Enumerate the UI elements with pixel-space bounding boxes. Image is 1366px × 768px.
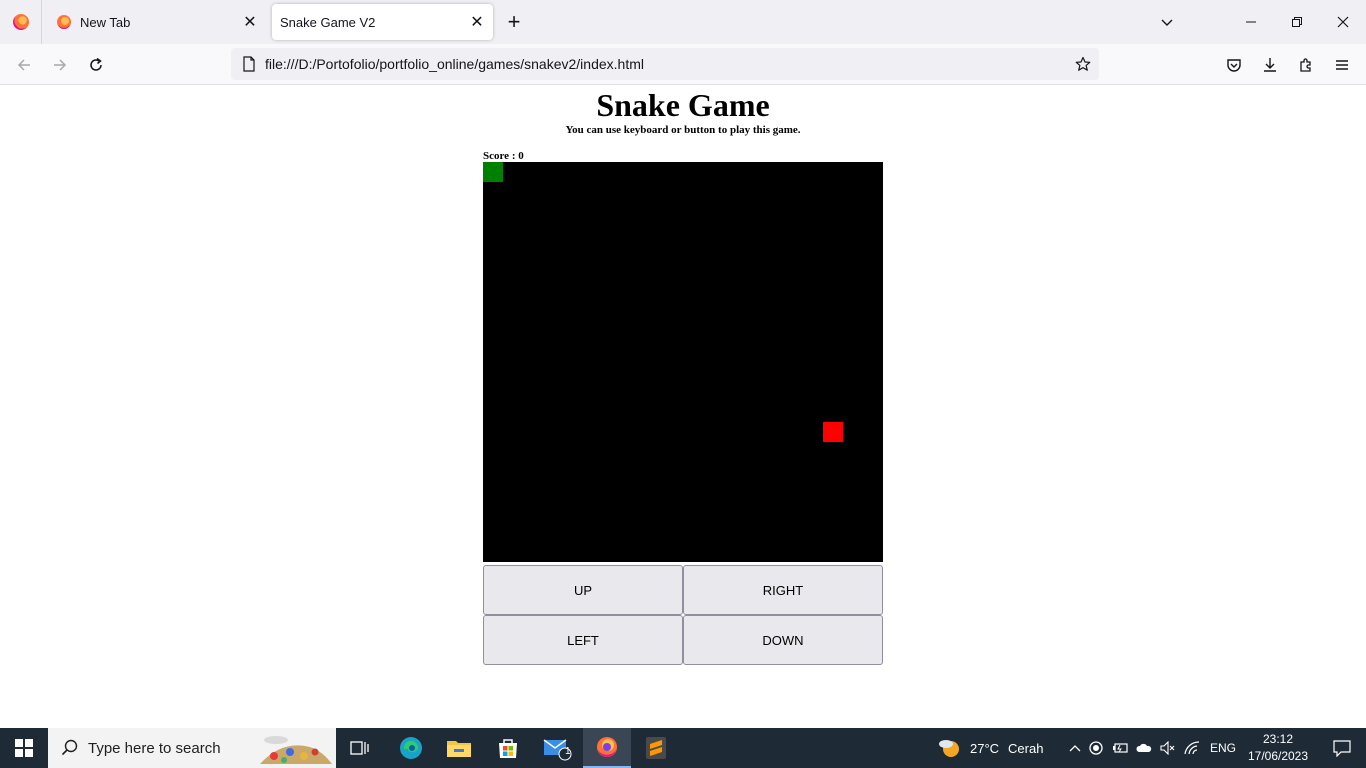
mail-app[interactable]: 1 — [533, 728, 581, 768]
chevron-up-icon[interactable] — [1066, 744, 1084, 752]
bookmark-star-icon[interactable] — [1069, 50, 1097, 78]
up-button[interactable]: UP — [483, 565, 683, 615]
time-text: 23:12 — [1262, 732, 1294, 746]
puzzle-icon — [1300, 58, 1311, 72]
tab-title: Snake Game V2 — [280, 14, 376, 30]
tab-strip: New Tab ✕ Snake Game V2 ✕ + — [0, 0, 1366, 44]
page-icon — [241, 56, 257, 72]
record-icon[interactable] — [1084, 741, 1108, 755]
game-board[interactable] — [483, 162, 883, 562]
start-button[interactable] — [0, 728, 48, 768]
edge-icon — [400, 737, 422, 759]
store-icon — [499, 739, 517, 758]
weather-widget[interactable]: 27°C Cerah — [937, 728, 1043, 768]
left-button[interactable]: LEFT — [483, 615, 683, 665]
firefox-view-button[interactable] — [0, 0, 42, 44]
list-all-tabs-button[interactable] — [1155, 10, 1179, 34]
snake-segment — [483, 162, 503, 182]
download-icon — [1264, 58, 1276, 72]
file-explorer-app[interactable] — [435, 728, 483, 768]
extensions-button[interactable] — [1291, 50, 1321, 80]
weather-temp: 27°C — [970, 740, 1000, 756]
close-window-button[interactable] — [1320, 0, 1366, 44]
navigation-toolbar: file:///D:/Portofolio/portfolio_online/g… — [0, 44, 1366, 85]
forward-button[interactable] — [45, 50, 75, 80]
task-view-icon — [350, 741, 369, 755]
pocket-icon — [1227, 59, 1241, 72]
score-label: Score : 0 — [483, 150, 524, 162]
microsoft-store-app[interactable] — [484, 728, 532, 768]
tab-new-tab[interactable]: New Tab ✕ — [46, 4, 266, 40]
hamburger-icon — [1336, 60, 1348, 70]
url-text[interactable]: file:///D:/Portofolio/portfolio_online/g… — [265, 56, 1069, 72]
minimize-button[interactable] — [1228, 0, 1274, 44]
weather-text: Cerah — [1008, 740, 1044, 756]
arrow-right-icon — [54, 59, 67, 71]
search-highlight-image — [260, 736, 332, 764]
task-view-button[interactable] — [336, 728, 384, 768]
clock[interactable]: 23:12 17/06/2023 — [1242, 731, 1314, 765]
firefox-app[interactable] — [583, 728, 631, 768]
arrow-left-icon — [17, 59, 30, 71]
page-subtitle: You can use keyboard or button to play t… — [565, 124, 801, 136]
restore-button[interactable] — [1274, 0, 1320, 44]
close-icon[interactable]: ✕ — [238, 10, 262, 34]
tab-title: New Tab — [80, 14, 131, 30]
chevron-down-icon — [1161, 19, 1173, 26]
volume-muted-icon[interactable] — [1156, 741, 1180, 755]
taskbar-search[interactable]: Type here to search — [48, 728, 336, 768]
sublime-text-app[interactable] — [632, 728, 680, 768]
url-bar[interactable]: file:///D:/Portofolio/portfolio_online/g… — [231, 48, 1099, 80]
search-icon — [60, 738, 80, 758]
taskbar: Type here to search 1 27°C Cerah ENG 23:… — [0, 728, 1366, 768]
app-menu-button[interactable] — [1327, 50, 1357, 80]
mail-badge: 1 — [565, 746, 571, 757]
back-button[interactable] — [9, 50, 39, 80]
date-text: 17/06/2023 — [1247, 749, 1309, 763]
pocket-button[interactable] — [1219, 50, 1249, 80]
wifi-icon[interactable] — [1180, 741, 1204, 755]
language-indicator[interactable]: ENG — [1210, 741, 1236, 755]
close-icon[interactable]: ✕ — [465, 10, 489, 34]
search-placeholder: Type here to search — [88, 739, 221, 757]
reload-icon — [90, 57, 102, 71]
right-button[interactable]: RIGHT — [683, 565, 883, 615]
windows-icon — [15, 739, 33, 757]
weather-icon — [939, 740, 959, 757]
notification-icon — [1333, 740, 1351, 757]
firefox-icon — [12, 14, 29, 30]
edge-app[interactable] — [387, 728, 435, 768]
new-tab-button[interactable]: + — [502, 9, 526, 34]
firefox-icon — [56, 14, 72, 30]
system-tray: ENG — [1066, 728, 1236, 768]
notifications-button[interactable] — [1318, 728, 1366, 768]
tab-snake-game[interactable]: Snake Game V2 ✕ — [272, 4, 493, 40]
food — [823, 422, 843, 442]
reload-button[interactable] — [81, 50, 111, 80]
folder-icon — [447, 741, 471, 757]
battery-icon[interactable] — [1108, 742, 1132, 754]
page-content: Snake Game You can use keyboard or butto… — [0, 85, 1366, 728]
downloads-button[interactable] — [1255, 50, 1285, 80]
firefox-icon — [597, 737, 617, 757]
sublime-text-icon — [646, 737, 666, 759]
onedrive-icon[interactable] — [1132, 742, 1156, 754]
page-title: Snake Game — [596, 87, 770, 123]
down-button[interactable]: DOWN — [683, 615, 883, 665]
